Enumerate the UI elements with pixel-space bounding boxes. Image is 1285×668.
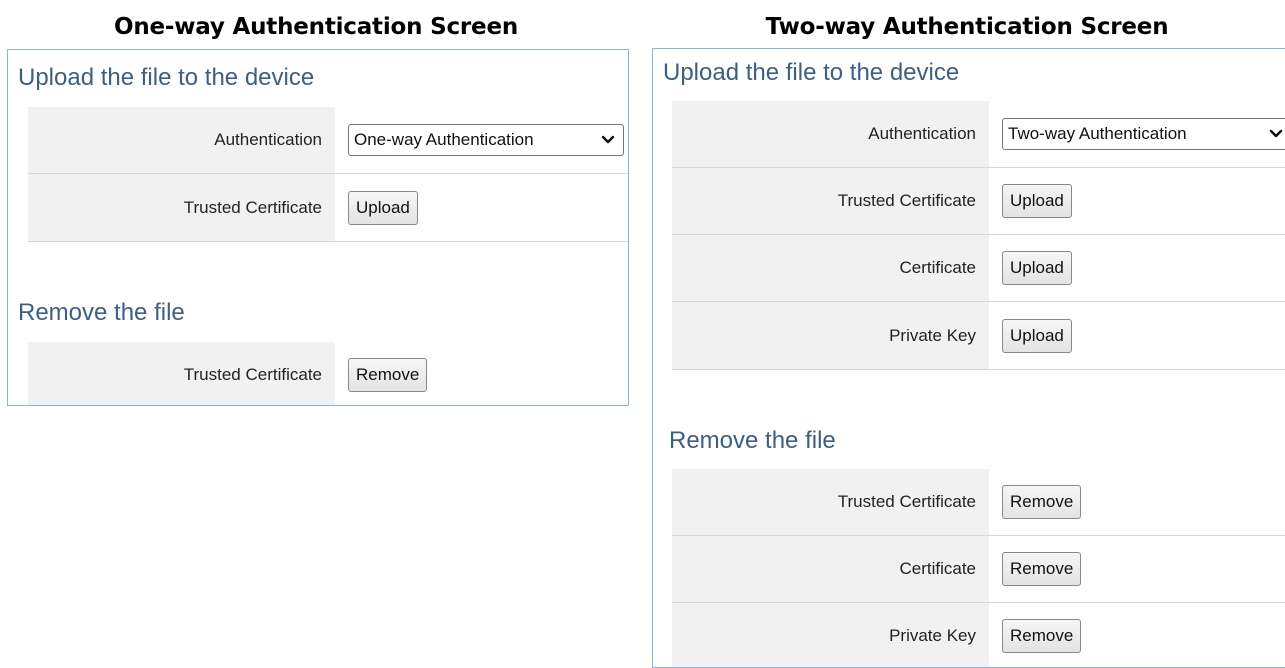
upload-row-value-cell: Upload: [348, 174, 628, 241]
remove-row-value-cell: Remove: [1002, 603, 1285, 667]
upload-row-value-cell: Upload: [1002, 168, 1285, 234]
remove-row-certificate: Certificate Remove: [672, 536, 1285, 603]
remove-row-trusted-certificate: Trusted Certificate Remove: [672, 469, 1285, 536]
upload-row-label: Private Key: [672, 302, 989, 369]
authentication-value-cell: One-way Authentication: [348, 107, 628, 173]
authentication-select-value: One-way Authentication: [354, 130, 534, 149]
upload-trusted-certificate-button[interactable]: Upload: [348, 190, 418, 225]
remove-row-label: Trusted Certificate: [672, 469, 989, 535]
remove-row-label: Private Key: [672, 603, 989, 667]
one-way-panel: Upload the file to the device Authentica…: [7, 49, 629, 406]
remove-trusted-certificate-button[interactable]: Remove: [348, 357, 428, 392]
remove-row-trusted-certificate: Trusted Certificate Remove: [28, 342, 628, 405]
chevron-down-icon: [1269, 129, 1283, 138]
upload-trusted-certificate-button[interactable]: Upload: [1002, 184, 1072, 218]
two-way-panel: Upload the file to the device Authentica…: [652, 48, 1285, 668]
remove-trusted-certificate-button[interactable]: Remove: [1002, 485, 1082, 519]
upload-row-label: Trusted Certificate: [28, 174, 335, 241]
remove-certificate-button[interactable]: Remove: [1002, 552, 1082, 586]
authentication-label: Authentication: [28, 107, 335, 173]
upload-certificate-button[interactable]: Upload: [1002, 251, 1072, 285]
chevron-down-icon: [601, 135, 615, 144]
upload-row-value-cell: Upload: [1002, 302, 1285, 369]
one-way-screen-caption: One-way Authentication Screen: [113, 14, 519, 40]
remove-row-label: Certificate: [672, 536, 989, 602]
remove-private-key-button[interactable]: Remove: [1002, 619, 1082, 653]
upload-row-certificate: Certificate Upload: [672, 235, 1285, 302]
remove-row-value-cell: Remove: [348, 342, 628, 405]
remove-section-title: Remove the file: [18, 299, 185, 326]
upload-row-private-key: Private Key Upload: [672, 302, 1285, 370]
upload-row-value-cell: Upload: [1002, 235, 1285, 301]
remove-section-title: Remove the file: [669, 427, 836, 454]
remove-row-label: Trusted Certificate: [28, 342, 335, 405]
authentication-label: Authentication: [672, 101, 989, 167]
remove-row-private-key: Private Key Remove: [672, 603, 1285, 667]
authentication-value-cell: Two-way Authentication: [1002, 101, 1285, 167]
upload-row-label: Trusted Certificate: [672, 168, 989, 234]
upload-row-label: Certificate: [672, 235, 989, 301]
upload-row-trusted-certificate: Trusted Certificate Upload: [672, 168, 1285, 235]
upload-row-trusted-certificate: Trusted Certificate Upload: [28, 174, 628, 242]
authentication-select[interactable]: Two-way Authentication: [1002, 118, 1285, 150]
two-way-screen-caption: Two-way Authentication Screen: [765, 14, 1169, 40]
authentication-row: Authentication Two-way Authentication: [672, 101, 1285, 168]
upload-section-title: Upload the file to the device: [18, 64, 315, 91]
authentication-select-value: Two-way Authentication: [1008, 124, 1187, 143]
upload-private-key-button[interactable]: Upload: [1002, 318, 1072, 353]
remove-row-value-cell: Remove: [1002, 536, 1285, 602]
authentication-row: Authentication One-way Authentication: [28, 107, 628, 174]
authentication-select[interactable]: One-way Authentication: [348, 124, 624, 156]
remove-row-value-cell: Remove: [1002, 469, 1285, 535]
upload-section-title: Upload the file to the device: [663, 59, 960, 86]
